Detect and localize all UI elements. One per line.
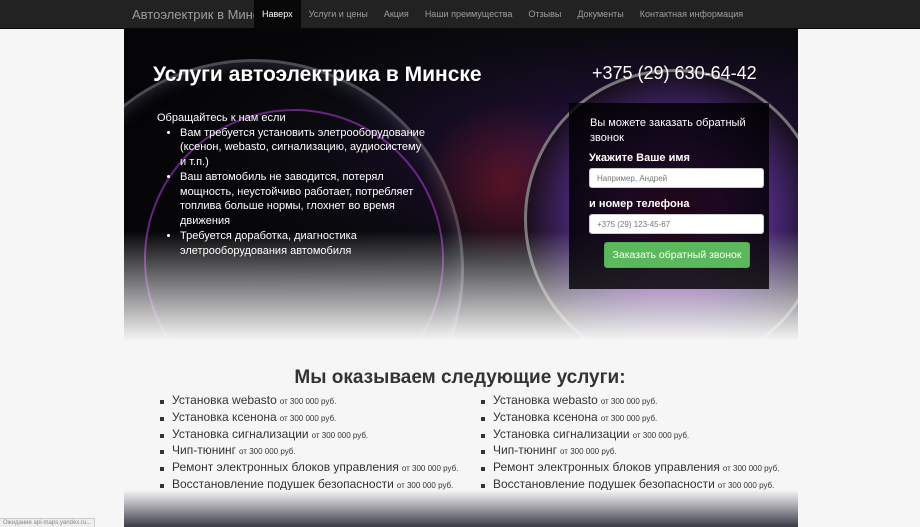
callback-form: Вы можете заказать обратный звонок Укажи… <box>569 103 769 289</box>
service-item: Чип-тюнинг от 300 000 руб. <box>481 443 779 460</box>
services-list-right: Установка webasto от 300 000 руб. Установ… <box>481 393 779 494</box>
nav-item-top[interactable]: Наверх <box>254 0 301 29</box>
phone-input[interactable] <box>589 214 764 234</box>
navbar: Автоэлектрик в Минске Наверх Услуги и це… <box>0 0 920 29</box>
service-name: Установка сигнализации <box>172 426 309 441</box>
service-name: Чип-тюнинг <box>493 443 558 458</box>
service-price: от 300 000 руб. <box>717 480 775 490</box>
reason-item: Вам требуется установить элетрооборудова… <box>180 126 427 170</box>
phone-number[interactable]: +375 (29) 630-64-42 <box>592 63 757 84</box>
service-item: Установка ксенона от 300 000 руб. <box>160 410 458 427</box>
service-price: от 300 000 руб. <box>279 413 337 423</box>
services-list-left: Установка webasto от 300 000 руб. Установ… <box>160 393 458 494</box>
service-item: Чип-тюнинг от 300 000 руб. <box>160 443 458 460</box>
service-price: от 300 000 руб. <box>311 430 369 440</box>
service-price: от 300 000 руб. <box>600 397 658 406</box>
service-name: Восстановление подушек безопасности <box>493 476 715 491</box>
service-name: Установка ксенона <box>172 409 277 424</box>
reason-item: Ваш автомобиль не заводится, потерял мощ… <box>180 170 427 228</box>
service-name: Ремонт электронных блоков управления <box>493 460 720 475</box>
service-item: Установка ксенона от 300 000 руб. <box>481 410 779 427</box>
hero-title: Услуги автоэлектрика в Минске <box>153 63 482 86</box>
nav-item-promo[interactable]: Акция <box>376 0 417 29</box>
phone-label: и номер телефона <box>589 198 690 210</box>
nav-item-reviews[interactable]: Отзывы <box>520 0 569 29</box>
nav-item-advantages[interactable]: Наши преимущества <box>417 0 521 29</box>
service-price: от 300 000 руб. <box>632 430 690 440</box>
service-name: Установка ксенона <box>493 409 598 424</box>
service-name: Установка webasto <box>493 393 598 407</box>
service-name: Чип-тюнинг <box>172 443 237 458</box>
service-price: от 300 000 руб. <box>396 480 454 490</box>
services-title: Мы оказываем следующие услуги: <box>294 367 626 388</box>
service-price: от 300 000 руб. <box>722 464 780 474</box>
service-price: от 300 000 руб. <box>279 397 337 406</box>
brand-link[interactable]: Автоэлектрик в Минске <box>132 0 272 29</box>
service-price: от 300 000 руб. <box>239 447 296 457</box>
service-name: Установка сигнализации <box>493 426 630 441</box>
service-price: от 300 000 руб. <box>560 447 617 457</box>
reason-item: Требуется доработка, диагностика элетроо… <box>180 229 427 258</box>
browser-status-bar: Ожидание api-maps.yandex.ru... <box>0 518 96 527</box>
callback-submit-button[interactable]: Заказать обратный звонок <box>604 242 750 268</box>
service-item: Ремонт электронных блоков управления от 3… <box>481 460 779 477</box>
service-item: Установка сигнализации от 300 000 руб. <box>160 427 458 444</box>
bottom-image-band <box>124 490 798 527</box>
service-item: Установка webasto от 300 000 руб. <box>481 393 779 410</box>
nav-menu: Наверх Услуги и цены Акция Наши преимуще… <box>254 0 751 29</box>
name-label: Укажите Ваше имя <box>589 152 690 164</box>
callback-intro: Вы можете заказать обратный звонок <box>590 117 746 144</box>
service-name: Установка webasto <box>172 393 277 407</box>
service-item: Установка сигнализации от 300 000 руб. <box>481 427 779 444</box>
nav-item-contacts[interactable]: Контактная информация <box>632 0 751 29</box>
service-price: от 300 000 руб. <box>401 464 459 474</box>
service-name: Ремонт электронных блоков управления <box>172 460 399 475</box>
hero-intro: Обращайтесь к нам если <box>157 112 286 124</box>
nav-item-documents[interactable]: Документы <box>569 0 631 29</box>
service-name: Восстановление подушек безопасности <box>172 476 394 491</box>
reasons-list: Вам требуется установить элетрооборудова… <box>180 126 427 259</box>
hero-description: Обращайтесь к нам если Вам требуется уст… <box>157 111 427 259</box>
service-item: Ремонт электронных блоков управления от 3… <box>160 460 458 477</box>
service-price: от 300 000 руб. <box>600 413 658 423</box>
hero-section: Услуги автоэлектрика в Минске +375 (29) … <box>124 29 798 341</box>
name-input[interactable] <box>589 168 764 188</box>
nav-item-services[interactable]: Услуги и цены <box>301 0 376 29</box>
service-item: Установка webasto от 300 000 руб. <box>160 393 458 410</box>
